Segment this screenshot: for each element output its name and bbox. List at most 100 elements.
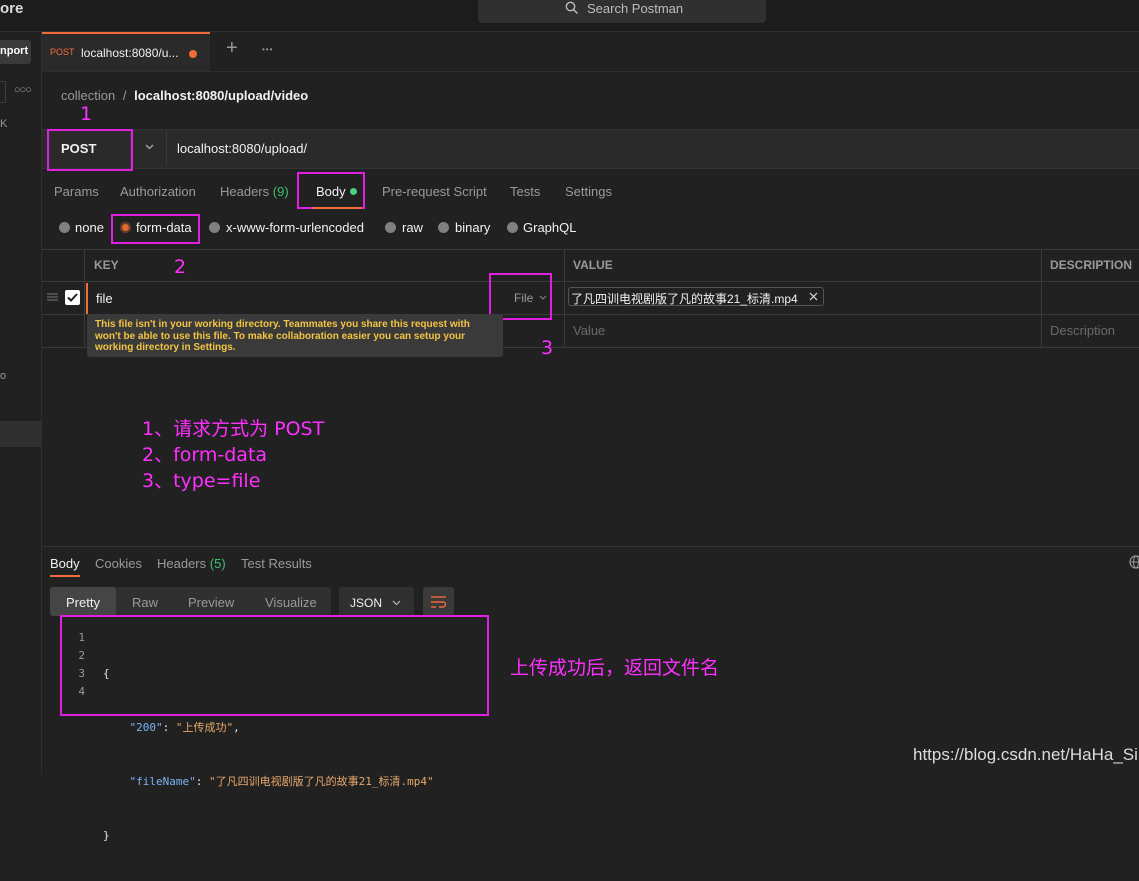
radio-urlencoded[interactable]	[209, 222, 220, 233]
tab-headers-label: Headers	[220, 184, 270, 199]
tab-headers[interactable]: Headers (9)	[220, 184, 289, 199]
view-preview[interactable]: Preview	[188, 595, 234, 610]
radio-raw-label: raw	[402, 220, 423, 235]
radio-form-data-label: form-data	[136, 220, 192, 235]
working-directory-tooltip: This file isn't in your working director…	[87, 314, 503, 357]
tab-params[interactable]: Params	[54, 184, 99, 199]
annotation-number-1: 1	[80, 103, 93, 125]
sidebar-item-fragment[interactable]: K	[0, 118, 7, 130]
row-enabled-checkbox[interactable]	[65, 290, 80, 305]
unsaved-dot-icon	[189, 50, 197, 58]
breadcrumb-current: localhost:8080/upload/video	[134, 88, 309, 103]
drag-handle-icon[interactable]	[47, 292, 58, 302]
top-bar: ore Search Postman	[0, 0, 1139, 32]
sidebar-filter-input[interactable]	[0, 81, 6, 103]
sidebar-item-active[interactable]	[0, 421, 41, 447]
breadcrumb: collection / localhost:8080/upload/video	[61, 88, 308, 103]
url-bar: localhost:8080/upload/	[42, 129, 1139, 169]
more-tabs-icon[interactable]: •••	[262, 45, 273, 54]
tab-headers-count: (9)	[272, 184, 289, 199]
wrap-lines-button[interactable]	[423, 587, 454, 617]
response-json: { "200": "上传成功", "fileName": "了凡四训电视剧版了凡…	[103, 667, 434, 842]
tab-body[interactable]: Body	[316, 184, 346, 199]
globe-icon[interactable]	[1129, 555, 1139, 569]
response-tab-headers[interactable]: Headers (5)	[157, 556, 226, 571]
import-button[interactable]: nport	[0, 40, 31, 64]
response-tab-underline	[50, 575, 80, 577]
radio-binary[interactable]	[438, 222, 449, 233]
view-raw[interactable]: Raw	[132, 595, 158, 610]
format-select-value: JSON	[350, 596, 383, 610]
response-divider	[42, 546, 1139, 547]
row-active-indicator	[86, 283, 88, 314]
chevron-down-icon	[392, 600, 401, 606]
description-placeholder[interactable]: Description	[1050, 323, 1115, 338]
file-chip-name: 了凡四训电视剧版了凡的故事21_标清.mp4	[571, 292, 798, 306]
annotation-number-3: 3	[541, 337, 554, 359]
radio-urlencoded-label: x-www-form-urlencoded	[226, 220, 364, 235]
body-type-radios: none form-data x-www-form-urlencoded raw…	[42, 214, 1139, 244]
breadcrumb-separator: /	[122, 88, 127, 103]
sidebar-more-icon[interactable]: ○○○	[14, 84, 32, 96]
response-tab-headers-label: Headers	[157, 556, 207, 571]
format-select[interactable]: JSON	[339, 587, 414, 616]
row-type-select[interactable]: File	[514, 291, 533, 305]
annotation-step-1: 1、请求方式为 POST	[142, 418, 325, 440]
view-pretty[interactable]: Pretty	[66, 595, 100, 610]
chevron-down-icon	[539, 295, 547, 300]
radio-binary-label: binary	[455, 220, 491, 235]
radio-graphql[interactable]	[507, 222, 518, 233]
tab-settings[interactable]: Settings	[565, 184, 612, 199]
tooltip-text: This file isn't in your working director…	[95, 319, 470, 353]
response-tab-headers-count: (5)	[209, 556, 226, 571]
tab-prerequest[interactable]: Pre-request Script	[382, 184, 487, 199]
response-tab-cookies[interactable]: Cookies	[95, 556, 142, 571]
tab-method: POST	[50, 47, 75, 57]
response-tab-test-results[interactable]: Test Results	[241, 556, 312, 571]
annotation-step-3: 3、type=file	[142, 470, 261, 492]
line-numbers: 1 2 3 4	[78, 631, 85, 698]
wrap-lines-icon	[431, 596, 446, 608]
radio-graphql-label: GraphQL	[523, 220, 577, 235]
sidebar	[0, 32, 42, 775]
chevron-down-icon	[145, 144, 154, 150]
response-tab-body[interactable]: Body	[50, 556, 80, 571]
body-active-dot-icon	[350, 188, 357, 195]
close-icon[interactable]	[809, 292, 818, 301]
response-view-toggle: Pretty Raw Preview Visualize	[50, 587, 331, 616]
view-visualize[interactable]: Visualize	[265, 595, 317, 610]
radio-raw[interactable]	[385, 222, 396, 233]
column-header-key: KEY	[94, 258, 119, 272]
import-label: nport	[0, 45, 29, 57]
request-tab[interactable]: POST localhost:8080/u...	[42, 32, 210, 71]
method-select[interactable]: POST	[61, 141, 96, 156]
method-dropdown-toggle[interactable]	[130, 130, 167, 166]
search-icon	[565, 1, 578, 14]
column-header-description: DESCRIPTION	[1050, 258, 1133, 272]
response-tabs: Body Cookies Headers (5) Test Results	[42, 552, 1139, 578]
breadcrumb-parent[interactable]: collection	[61, 88, 115, 103]
url-input[interactable]: localhost:8080/upload/	[177, 141, 307, 156]
new-tab-button[interactable]: +	[226, 37, 238, 60]
row-key-input[interactable]: file	[96, 291, 113, 306]
sidebar-item-fragment-2[interactable]: o	[0, 370, 6, 382]
value-placeholder[interactable]: Value	[573, 323, 605, 338]
search-box[interactable]: Search Postman	[478, 0, 766, 23]
tab-tests[interactable]: Tests	[510, 184, 540, 199]
check-icon	[67, 293, 78, 302]
radio-none-label: none	[75, 220, 104, 235]
annotation-response-note: 上传成功后，返回文件名	[510, 657, 720, 679]
tab-authorization[interactable]: Authorization	[120, 184, 196, 199]
active-tab-underline	[312, 207, 362, 209]
annotation-number-2: 2	[174, 256, 187, 278]
annotation-step-2: 2、form-data	[142, 444, 268, 466]
radio-none[interactable]	[59, 222, 70, 233]
radio-form-data[interactable]	[120, 222, 131, 233]
app-brand: ore	[0, 0, 24, 17]
file-chip[interactable]: 了凡四训电视剧版了凡的故事21_标清.mp4	[568, 287, 824, 306]
request-subtabs: Params Authorization Headers (9) Body Pr…	[42, 172, 1139, 209]
watermark: https://blog.csdn.net/HaHa_Sir	[913, 745, 1139, 764]
annotation-steps: 1、请求方式为 POST 2、form-data 3、type=file	[142, 416, 324, 494]
column-header-value: VALUE	[573, 258, 613, 272]
search-placeholder: Search Postman	[587, 1, 684, 16]
